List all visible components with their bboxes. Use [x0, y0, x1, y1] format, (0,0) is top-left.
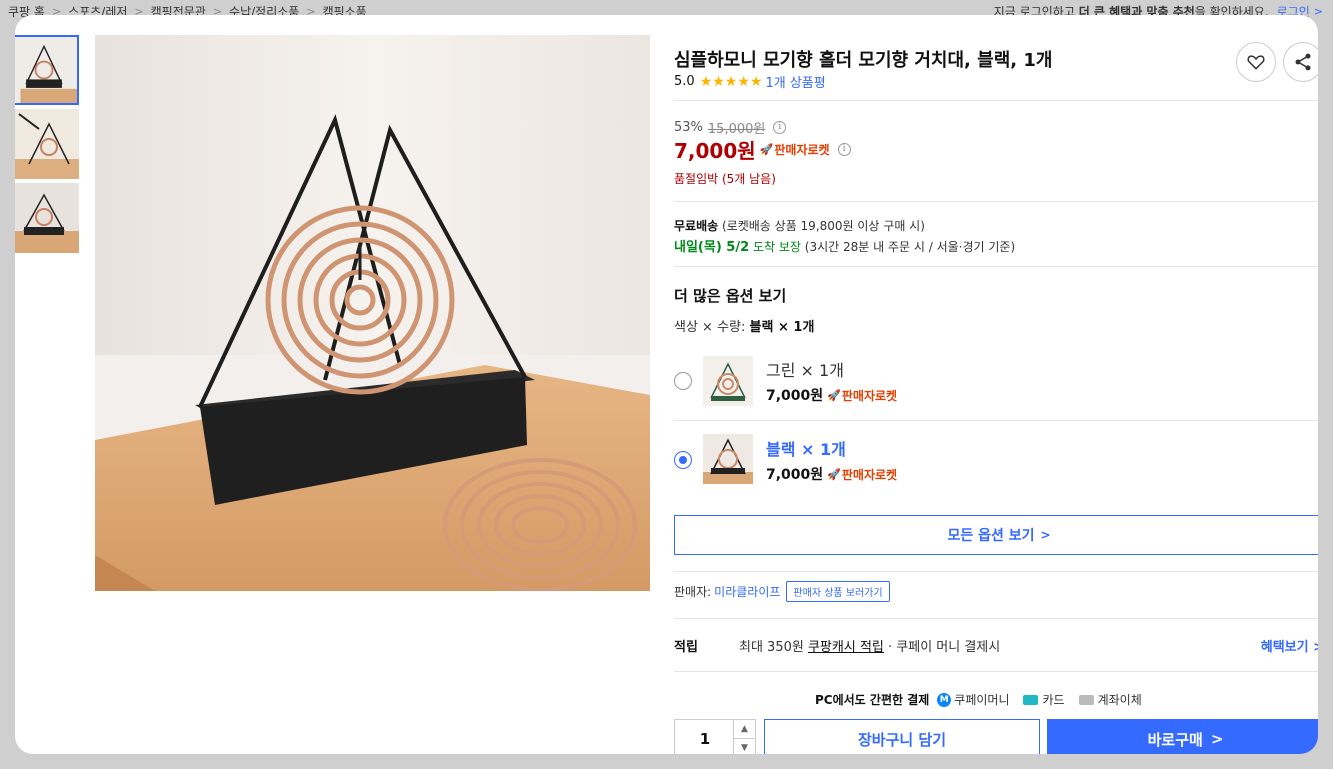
rocket-label: 판매자로켓	[774, 143, 830, 157]
discount-rate: 53%	[674, 120, 703, 135]
chevron-right-icon: >	[1040, 528, 1051, 542]
card-icon	[1023, 694, 1039, 705]
option-price: 7,000원	[766, 467, 824, 483]
all-options-button[interactable]: 모든 옵션 보기 >	[674, 515, 1318, 555]
option-price-row: 7,000원 🚀 판매자로켓	[766, 464, 897, 484]
seller-name-link[interactable]: 미라클라이프	[714, 583, 780, 600]
reward-text-pre: 최대 350원	[739, 640, 804, 655]
divider	[674, 266, 1318, 267]
reward-row: 적립 최대 350원 쿠팡캐시 적립 · 쿠페이 머니 결제시 혜택보기 >	[674, 636, 1318, 655]
reward-label: 적립	[674, 640, 698, 655]
product-thumbnail-image	[15, 109, 79, 179]
payment-method-label: 카드	[1042, 693, 1065, 707]
arrival-detail: (3시간 28분 내 주문 시 / 서울⋅경기 기준)	[804, 240, 1016, 254]
seller-products-button[interactable]: 판매자 상품 보러가기	[786, 581, 890, 602]
seller-rocket-badge: 🚀 판매자로켓	[827, 466, 897, 483]
product-thumbnail-image	[15, 37, 77, 103]
options-summary-prefix: 색상 × 수량:	[674, 320, 746, 335]
wishlist-button[interactable]	[1236, 42, 1276, 82]
sale-price: 7,000원	[674, 139, 756, 163]
product-rating: 5.0 ★★★★★ 1개 상품평	[674, 72, 826, 92]
divider	[674, 671, 1318, 672]
rocket-icon: 🚀	[827, 388, 841, 402]
product-title: 심플하모니 모기향 홀더 모기향 거치대, 블랙, 1개	[674, 50, 1053, 71]
divider	[674, 420, 1318, 421]
payment-methods: PC에서도 간편한 결제 M 쿠페이머니 카드 계좌이체	[815, 691, 1156, 708]
payment-method-label: 쿠페이머니	[954, 693, 1010, 707]
arrival-date: 내일(목) 5/2	[674, 240, 750, 255]
option-radio-selected[interactable]	[674, 451, 692, 469]
coupang-cash-link[interactable]: 쿠팡캐시 적립	[808, 640, 884, 655]
info-icon[interactable]: i	[837, 143, 851, 156]
all-options-label: 모든 옵션 보기	[947, 528, 1035, 544]
stock-notice: 품절임박 (5개 남음)	[674, 172, 776, 186]
bank-transfer: 계좌이체	[1078, 691, 1142, 708]
thumbnail-2[interactable]	[15, 109, 79, 179]
option-price-row: 7,000원 🚀 판매자로켓	[766, 385, 897, 405]
divider	[674, 618, 1318, 619]
thumbnail-3[interactable]	[15, 183, 79, 253]
option-name: 그린 × 1개	[766, 361, 844, 380]
payment-method-label: 계좌이체	[1097, 693, 1142, 707]
thumbnail-1[interactable]	[15, 35, 79, 105]
rating-score: 5.0	[674, 74, 695, 89]
free-shipping-detail: (로켓배송 상품 19,800원 이상 구매 시)	[722, 219, 925, 233]
buy-now-button[interactable]: 바로구매 >	[1047, 719, 1318, 754]
quantity-decrease-button[interactable]: ▼	[733, 739, 755, 754]
option-item-black[interactable]: 블랙 × 1개 7,000원 🚀 판매자로켓	[674, 422, 1318, 500]
heart-icon	[1247, 55, 1265, 70]
option-thumbnail	[703, 356, 753, 406]
seller-rocket-badge: 🚀 판매자로켓	[827, 387, 897, 404]
seller-label: 판매자:	[674, 585, 712, 599]
benefit-link[interactable]: 혜택보기 >	[1261, 636, 1318, 655]
benefit-label: 혜택보기	[1260, 640, 1309, 655]
rocket-label: 판매자로켓	[841, 388, 898, 403]
coupay-money-icon: M	[937, 692, 952, 707]
free-shipping-label: 무료배송	[674, 219, 719, 233]
card-payment: 카드	[1023, 691, 1065, 708]
divider	[674, 100, 1318, 101]
chevron-right-icon: >	[1210, 730, 1224, 748]
product-info-panel: 심플하모니 모기향 홀더 모기향 거치대, 블랙, 1개 5.0 ★★★★★ 1…	[674, 15, 1318, 754]
info-icon[interactable]: i	[773, 121, 787, 134]
buy-now-label: 바로구매	[1147, 730, 1203, 749]
main-product-image	[95, 35, 650, 591]
rocket-icon: 🚀	[827, 467, 841, 481]
review-count-link[interactable]: 1개 상품평	[765, 72, 825, 91]
rocket-label: 판매자로켓	[841, 467, 898, 482]
options-summary-value: 블랙 × 1개	[749, 320, 815, 335]
options-title: 더 많은 옵션 보기	[674, 287, 787, 305]
share-icon	[1295, 53, 1311, 71]
reward-text-post: · 쿠페이 머니 결제시	[888, 640, 1001, 655]
arrival-info: 내일(목) 5/2 도착 보장 (3시간 28분 내 주문 시 / 서울⋅경기 …	[674, 236, 1015, 255]
quantity-input[interactable]	[675, 720, 735, 754]
option-item-green[interactable]: 그린 × 1개 7,000원 🚀 판매자로켓	[674, 343, 1318, 421]
seller-rocket-badge: 🚀 판매자로켓	[760, 141, 830, 158]
bank-icon	[1078, 694, 1094, 705]
free-shipping-info: 무료배송 (로켓배송 상품 19,800원 이상 구매 시)	[674, 217, 925, 234]
options-summary: 색상 × 수량: 블랙 × 1개	[674, 316, 814, 335]
arrival-guarantee: 도착 보장	[752, 240, 801, 254]
divider	[674, 571, 1318, 572]
option-name: 블랙 × 1개	[766, 440, 846, 459]
quantity-increase-button[interactable]: ▲	[733, 720, 755, 739]
payment-label: PC에서도 간편한 결제	[815, 693, 930, 707]
star-rating-icon: ★★★★★	[699, 73, 763, 90]
quantity-stepper: ▲ ▼	[674, 719, 756, 754]
product-card: 심플하모니 모기향 홀더 모기향 거치대, 블랙, 1개 5.0 ★★★★★ 1…	[15, 15, 1318, 754]
option-price: 7,000원	[766, 388, 824, 404]
coupay-money: M 쿠페이머니	[937, 691, 1009, 708]
seller-info: 판매자: 미라클라이프 판매자 상품 보러가기	[674, 581, 890, 602]
divider	[674, 201, 1318, 202]
product-thumbnail-image	[15, 183, 79, 253]
option-radio[interactable]	[674, 372, 692, 390]
reward-text: 최대 350원 쿠팡캐시 적립 · 쿠페이 머니 결제시	[739, 636, 1000, 655]
share-button[interactable]	[1283, 42, 1318, 82]
sale-price-row: 7,000원 🚀 판매자로켓 i	[674, 135, 851, 164]
rocket-icon: 🚀	[759, 143, 774, 156]
add-to-cart-button[interactable]: 장바구니 담기	[764, 719, 1040, 754]
option-thumbnail	[703, 434, 753, 484]
